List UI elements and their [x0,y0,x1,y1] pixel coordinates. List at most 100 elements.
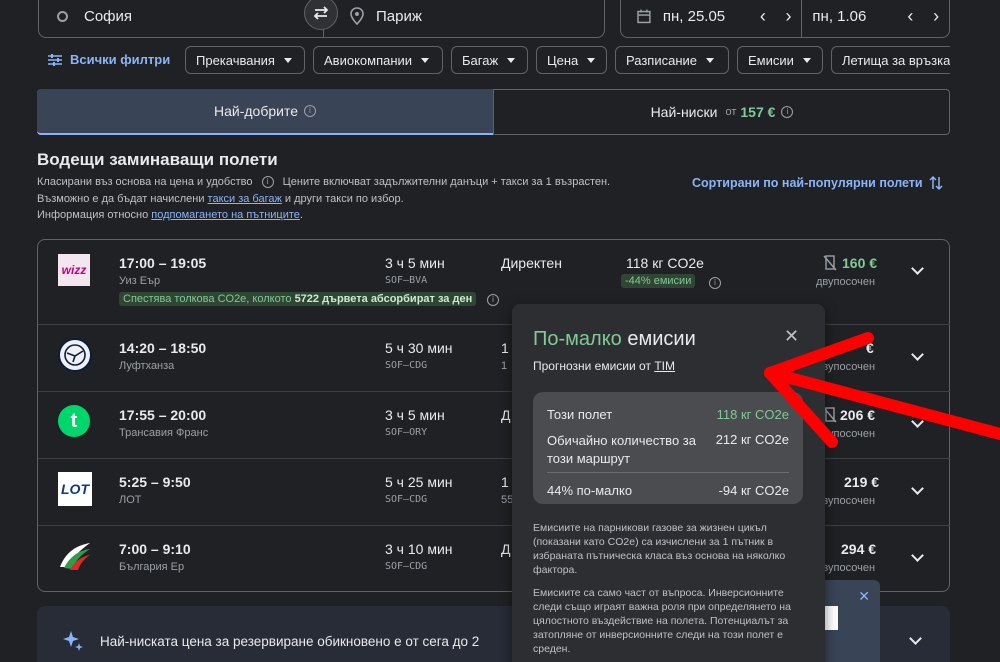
return-prev-button[interactable]: ‹ [898,6,924,27]
airline-name: Трансавия Франс [119,427,209,439]
depart-next-button[interactable]: › [776,6,802,27]
duration: 5 ч 25 мин [385,474,453,490]
results-info-line3: Информация относно подпомагането на пътн… [37,209,303,221]
popup-title-rest: емисии [627,328,696,350]
lot-logo-text: LOT [61,481,89,497]
info-icon[interactable]: i [304,105,316,117]
background-card-close-icon[interactable]: ✕ [858,588,870,605]
stops: Директен [501,255,562,271]
info-icon[interactable]: i [261,176,274,189]
passenger-assistance-link[interactable]: подпомагането на пътниците [151,209,300,221]
depart-date-value: пн, 25.05 [662,7,726,25]
flight-times: 17:00 – 19:05 [119,255,207,271]
sort-label: Сортирани по най-популярни полети [692,176,923,190]
tune-icon [48,53,62,66]
bulgaria-air-logo [58,539,92,573]
sparkle-icon [63,631,83,651]
summary-row-flight-label: Този полет [547,407,613,422]
tab-best[interactable]: Най-добрите i [37,89,493,135]
depart-prev-button[interactable]: ‹ [750,6,776,27]
chevron-down-icon [283,57,292,63]
stops: 1 [501,474,509,490]
tab-cheapest-label: Най-ниски [650,104,718,120]
stops-detail: 1 [501,360,508,372]
crane-icon [64,344,86,366]
summary-row-typical-label: Обичайно количество за този маршрут [547,433,696,466]
stops: 1 [501,340,509,356]
chip-airlines[interactable]: Авиокомпании [313,46,443,74]
info-icon[interactable]: i [781,106,794,118]
origin-dot-icon [57,10,68,22]
chip-baggage[interactable]: Багаж [451,46,528,74]
popup-paragraph-2: Емисиите са само част от въпроса. Инверс… [533,587,791,655]
date-field[interactable]: пн, 25.05 ‹ › пн, 1.06 ‹ › [620,0,950,38]
summary-row-typical-value: 212 кг CO2e [715,432,789,447]
popup-paragraph-1: Емисиите на парникови газове за жизнен ц… [533,522,786,576]
emissions-badge: -44% емисии [621,274,696,288]
price: 219 € [844,474,880,490]
tab-cheapest-from: от [725,106,737,118]
chip-stops[interactable]: Прекачвания [185,46,305,74]
return-next-button[interactable]: › [923,6,949,27]
price: 206 € [840,407,876,423]
route: SOF–CDG [385,494,428,505]
baggage-fees-link[interactable]: такси за багаж [208,193,282,205]
tim-link[interactable]: TIM [654,359,675,373]
flight-times: 7:00 – 9:10 [119,541,191,557]
duration: 3 ч 5 мин [385,255,445,271]
sort-icon [929,175,943,191]
eco-note: Спестява толкова CO2e, колкото 5722 дърв… [119,292,477,306]
popup-title-green: По-малко [533,328,622,350]
chip-price[interactable]: Цена [536,46,607,74]
route: SOF–CDG [385,360,428,371]
origin-field[interactable]: София [38,0,324,38]
chip-label: Прекачвания [196,52,275,68]
price: € [866,340,874,356]
chip-label: Разписание [626,52,697,68]
airline-name: ЛОТ [119,494,142,506]
passenger-note-end: . [299,209,303,221]
banner-text: Най-ниската цена за резервиране обикнове… [100,634,480,649]
stops: Д [501,407,511,423]
chip-emissions[interactable]: Емисии [737,46,823,74]
sort-button[interactable]: Сортирани по най-популярни полети [692,175,943,191]
duration: 3 ч 10 мин [385,541,453,557]
chevron-down-icon [802,57,811,63]
date-divider [801,0,803,38]
close-icon[interactable]: ✕ [784,326,799,347]
duration: 5 ч 30 мин [385,340,453,356]
airline-name: България Ер [119,561,185,573]
tab-cheapest[interactable]: Най-ниски от 157 € i [493,89,950,135]
route: SOF–BVA [385,275,428,286]
summary-divider [547,472,789,473]
ranking-note: Класирани въз основа на цена и удобство [37,176,253,188]
chip-connecting-airports[interactable]: Летища за връзка [831,46,950,74]
lot-logo: LOT [58,472,92,506]
no-wifi-icon [823,407,837,423]
return-date-value: пн, 1.06 [812,7,867,25]
origin-value: София [84,7,133,25]
destination-field[interactable]: Париж [324,0,605,38]
lufthansa-logo [58,338,92,372]
popup-subtitle-text: Прогнозни емисии от [533,359,651,373]
popup-subtitle: Прогнозни емисии от TIM [533,359,675,373]
chip-schedule[interactable]: Разписание [615,46,729,74]
price-type: двупосочен [816,276,876,288]
location-pin-icon [350,7,364,25]
chip-label: Летища за връзка [842,52,950,68]
emissions-popup: По-малко емисии ✕ Прогнозни емисии от TI… [512,304,825,662]
destination-value: Париж [376,7,422,25]
all-filters-button[interactable]: Всички филтри [48,52,170,67]
summary-row-diff-value: -94 кг CO2e [718,483,789,498]
chip-label: Цена [547,52,579,68]
popup-title: По-малко емисии [533,328,696,351]
swap-icon [313,6,329,20]
info-icon[interactable]: i [487,294,499,306]
stops: Д [501,541,511,557]
baggage-note: Възможно е да бъдат начислени [37,193,205,205]
transavia-logo: t [58,405,90,437]
info-icon[interactable]: i [709,277,721,289]
airline-name: Луфтханза [119,360,175,372]
results-title: Водещи заминаващи полети [37,150,278,169]
wizz-air-logo: wizz [58,254,90,286]
